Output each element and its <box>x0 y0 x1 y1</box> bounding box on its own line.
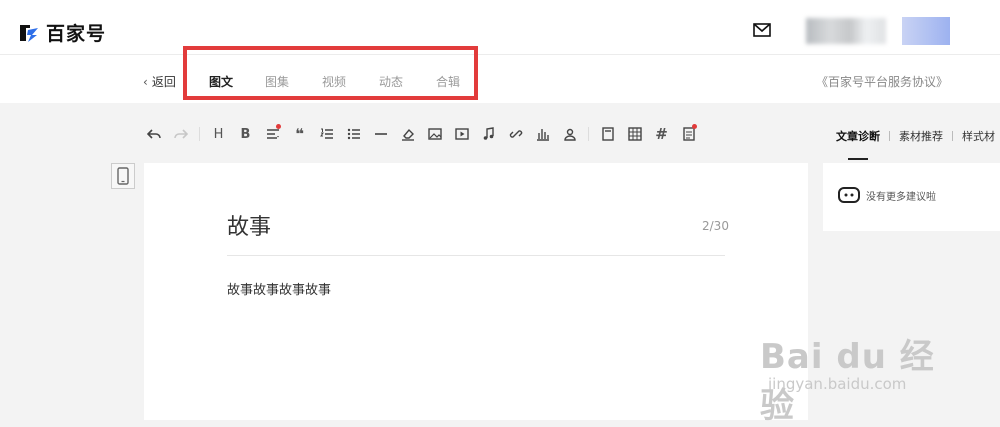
eraser-icon[interactable] <box>394 122 421 146</box>
toolbar-divider <box>588 127 589 141</box>
chart-icon[interactable] <box>529 122 556 146</box>
active-tab-underline <box>848 158 868 160</box>
mail-icon[interactable] <box>753 23 771 37</box>
brand-name: 百家号 <box>46 23 107 45</box>
brand-logo-icon <box>20 24 38 42</box>
article-editor: 故事 2/30 故事故事故事故事 <box>144 163 808 420</box>
service-agreement-link[interactable]: 《百家号平台服务协议》 <box>816 73 948 90</box>
ordered-list-icon[interactable] <box>313 122 340 146</box>
robot-face-icon <box>838 187 860 203</box>
undo-icon[interactable] <box>140 122 167 146</box>
watermark: Bai du 经验 jingyan.baidu.com <box>760 315 960 426</box>
editor-toolbar: H B ❝ # <box>140 122 702 146</box>
back-button[interactable]: ‹ 返回 <box>143 73 176 90</box>
document-icon[interactable] <box>675 122 702 146</box>
heading-icon[interactable]: H <box>205 122 232 146</box>
side-tab-divider <box>952 131 953 141</box>
audio-icon[interactable] <box>475 122 502 146</box>
content-type-nav: ‹ 返回 图文 图集 视频 动态 合辑 《百家号平台服务协议》 <box>0 46 1000 103</box>
chevron-left-icon: ‹ <box>143 74 148 89</box>
tab-style[interactable]: 样式材 <box>962 128 995 144</box>
new-feature-dot <box>692 124 697 129</box>
image-icon[interactable] <box>421 122 448 146</box>
title-char-count: 2/30 <box>702 219 729 233</box>
suggestion-row: 没有更多建议啦 <box>838 187 936 203</box>
tab-material-recommend[interactable]: 素材推荐 <box>899 128 943 144</box>
tab-collection[interactable]: 合辑 <box>436 73 460 90</box>
table-icon[interactable] <box>621 122 648 146</box>
brand-logo[interactable]: 百家号 <box>18 19 106 46</box>
redo-icon[interactable] <box>167 122 194 146</box>
tab-gallery[interactable]: 图集 <box>265 73 289 90</box>
side-panel-tabs: 文章诊断 素材推荐 样式材 <box>836 128 995 144</box>
unordered-list-icon[interactable] <box>340 122 367 146</box>
tab-video[interactable]: 视频 <box>322 73 346 90</box>
back-label: 返回 <box>151 75 176 89</box>
new-feature-dot <box>276 124 281 129</box>
body-editor[interactable]: 故事故事故事故事 <box>227 279 331 298</box>
divider-icon[interactable] <box>367 122 394 146</box>
side-tab-divider <box>889 131 890 141</box>
no-suggestion-text: 没有更多建议啦 <box>866 191 936 203</box>
title-divider <box>227 255 725 256</box>
top-header: 百家号 <box>0 0 1000 55</box>
quote-icon[interactable]: ❝ <box>286 122 313 146</box>
align-icon[interactable] <box>259 122 286 146</box>
link-icon[interactable] <box>502 122 529 146</box>
avatar[interactable] <box>902 17 950 45</box>
tab-article-diagnosis[interactable]: 文章诊断 <box>836 128 880 144</box>
hashtag-icon[interactable]: # <box>648 122 675 146</box>
tab-moments[interactable]: 动态 <box>379 73 403 90</box>
diagnosis-panel: 没有更多建议啦 <box>823 163 1000 231</box>
mobile-phone-icon <box>117 167 129 185</box>
tab-image-text[interactable]: 图文 <box>209 73 233 90</box>
toolbar-divider <box>199 127 200 141</box>
card-icon[interactable] <box>594 122 621 146</box>
watermark-sub: jingyan.baidu.com <box>768 375 907 393</box>
user-info-blurred[interactable] <box>806 18 886 44</box>
title-input[interactable]: 故事 <box>227 209 271 241</box>
bold-icon[interactable]: B <box>232 122 259 146</box>
video-icon[interactable] <box>448 122 475 146</box>
user-icon[interactable] <box>556 122 583 146</box>
mobile-preview-button[interactable] <box>111 163 135 189</box>
